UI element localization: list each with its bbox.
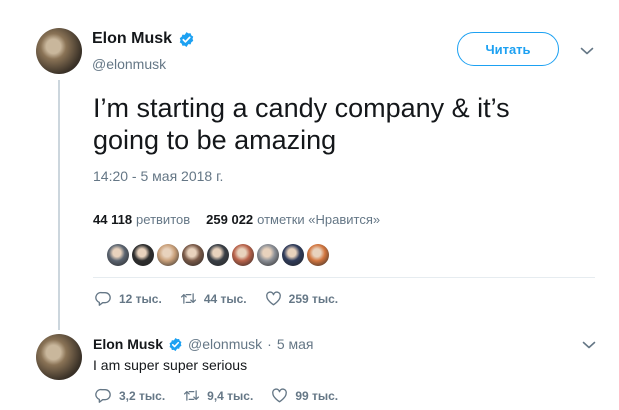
tweet-timestamp[interactable]: 14:20 - 5 мая 2018 г. bbox=[93, 168, 223, 184]
reply-avatar[interactable] bbox=[36, 334, 82, 380]
retweet-button[interactable]: 44 тыс. bbox=[180, 291, 247, 306]
likes-label[interactable]: отметки «Нравится» bbox=[257, 212, 380, 227]
retweet-button[interactable]: 9,4 тыс. bbox=[183, 388, 253, 403]
tweet-stats: 44 118 ретвитов 259 022 отметки «Нравитс… bbox=[93, 212, 380, 227]
retweets-count[interactable]: 44 118 bbox=[93, 212, 132, 227]
retweet-icon bbox=[180, 293, 196, 304]
liker-avatar[interactable] bbox=[207, 244, 229, 266]
thread-line bbox=[58, 80, 60, 330]
reply-icon bbox=[95, 291, 111, 306]
handle[interactable]: @elonmusk bbox=[92, 56, 166, 72]
reply-separator: · bbox=[267, 336, 272, 352]
like-button[interactable]: 99 тыс. bbox=[271, 388, 338, 403]
reply-date[interactable]: 5 мая bbox=[277, 336, 314, 352]
verified-badge-icon bbox=[169, 337, 182, 351]
reply-actions: 3,2 тыс. 9,4 тыс. 99 тыс. bbox=[95, 388, 356, 403]
liker-avatar[interactable] bbox=[157, 244, 179, 266]
like-count: 259 тыс. bbox=[288, 291, 339, 306]
reply-icon bbox=[95, 388, 111, 403]
liker-avatars bbox=[107, 244, 329, 266]
divider bbox=[93, 277, 595, 278]
retweet-icon bbox=[184, 390, 200, 401]
chevron-down-icon[interactable] bbox=[582, 340, 596, 350]
avatar[interactable] bbox=[36, 28, 82, 74]
liker-avatar[interactable] bbox=[107, 244, 129, 266]
reply-text: I am super super serious bbox=[93, 357, 248, 373]
display-name[interactable]: Elon Musk bbox=[92, 30, 172, 48]
chevron-down-icon[interactable] bbox=[580, 46, 594, 56]
liker-avatar[interactable] bbox=[182, 244, 204, 266]
verified-badge-icon bbox=[179, 31, 194, 47]
reply-count: 12 тыс. bbox=[119, 291, 162, 306]
tweet-actions: 12 тыс. 44 тыс. 259 тыс. bbox=[95, 291, 356, 306]
reply-display-name[interactable]: Elon Musk bbox=[93, 336, 163, 352]
reply-count: 3,2 тыс. bbox=[119, 388, 166, 403]
like-button[interactable]: 259 тыс. bbox=[265, 291, 339, 306]
reply-header: Elon Musk @elonmusk · 5 мая bbox=[93, 336, 314, 352]
follow-button[interactable]: Читать bbox=[457, 32, 559, 66]
liker-avatar[interactable] bbox=[132, 244, 154, 266]
reply-handle[interactable]: @elonmusk bbox=[188, 336, 262, 352]
reply-button[interactable]: 3,2 тыс. bbox=[95, 388, 165, 403]
like-icon bbox=[265, 291, 281, 306]
like-icon bbox=[272, 388, 288, 403]
liker-avatar[interactable] bbox=[307, 244, 329, 266]
retweet-count: 9,4 тыс. bbox=[207, 388, 254, 403]
liker-avatar[interactable] bbox=[257, 244, 279, 266]
like-count: 99 тыс. bbox=[295, 388, 339, 403]
retweets-label[interactable]: ретвитов bbox=[136, 212, 190, 227]
tweet-text: I’m starting a candy company & it’s goin… bbox=[93, 93, 510, 155]
likes-count[interactable]: 259 022 bbox=[206, 212, 253, 227]
author-name-row[interactable]: Elon Musk bbox=[92, 30, 195, 48]
liker-avatar[interactable] bbox=[282, 244, 304, 266]
retweet-count: 44 тыс. bbox=[203, 291, 247, 306]
liker-avatar[interactable] bbox=[232, 244, 254, 266]
reply-button[interactable]: 12 тыс. bbox=[95, 291, 162, 306]
